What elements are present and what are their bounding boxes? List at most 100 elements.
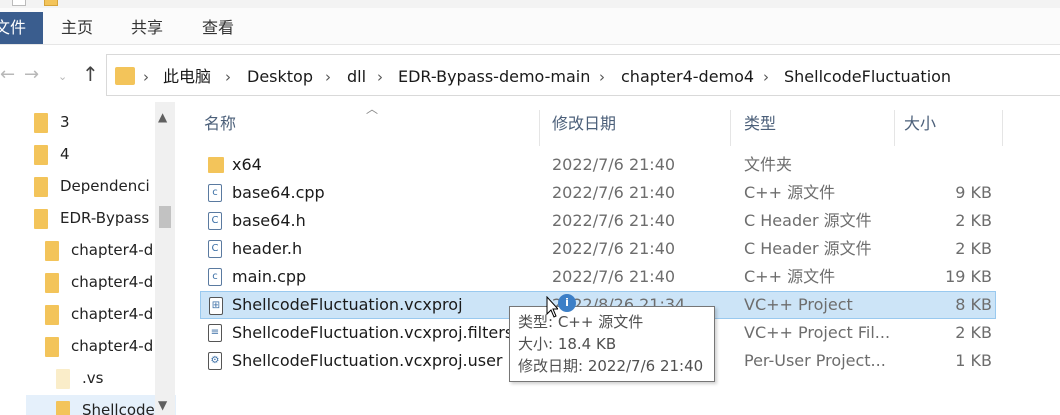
file-date: 2022/7/6 21:40 (552, 239, 676, 258)
file-date: 2022/7/6 21:40 (552, 183, 676, 202)
file-name: base64.h (232, 211, 306, 230)
file-size: 1 KB (955, 351, 992, 370)
divider (0, 44, 1060, 45)
forward-arrow-icon[interactable]: → (24, 64, 39, 86)
file-name: base64.cpp (232, 183, 325, 202)
tree-item[interactable]: chapter4-d (45, 267, 153, 297)
recent-locations-chevron-icon[interactable]: ⌄ (58, 66, 67, 88)
chevron-right-icon[interactable]: › (763, 67, 769, 87)
navigation-pane: 3 4 Dependenci EDR-Bypass chapter4-d cha… (0, 102, 180, 415)
column-header-name[interactable]: 名称 (204, 102, 236, 146)
folder-icon (208, 157, 224, 173)
cpp-file-icon: c (208, 268, 222, 286)
folder-icon (34, 112, 48, 133)
tree-item[interactable]: 4 (34, 139, 70, 169)
scrollbar-thumb[interactable] (159, 206, 171, 228)
mouse-cursor-icon (546, 296, 558, 318)
column-header-date[interactable]: 修改日期 (552, 102, 616, 146)
tab-file[interactable]: 文件 (0, 12, 43, 44)
file-name: ShellcodeFluctuation.vcxproj.user (232, 351, 503, 370)
folder-icon (45, 272, 59, 293)
chevron-right-icon[interactable]: › (143, 67, 149, 87)
tree-item[interactable]: .vs (56, 363, 103, 393)
folder-icon (45, 336, 59, 357)
file-name: x64 (232, 155, 262, 174)
column-divider[interactable] (1002, 110, 1003, 146)
scroll-up-arrow-icon[interactable]: ▲ (158, 110, 167, 124)
tab-home[interactable]: 主页 (61, 12, 93, 44)
chevron-right-icon[interactable]: › (225, 67, 231, 87)
checkbox-icon[interactable] (12, 0, 26, 6)
tree-item-selected[interactable]: Shellcode (26, 395, 176, 415)
back-arrow-icon[interactable]: ← (0, 64, 15, 86)
folder-icon[interactable] (44, 0, 58, 6)
column-header-type[interactable]: 类型 (744, 102, 776, 146)
folder-icon (34, 208, 48, 229)
column-divider[interactable] (539, 110, 540, 146)
ribbon: 文件 主页 共享 查看 (0, 0, 1060, 44)
folder-icon (45, 240, 59, 261)
chevron-right-icon[interactable]: › (325, 67, 331, 87)
breadcrumb-dll[interactable]: dll (347, 67, 366, 87)
navigation-scrollbar[interactable]: ▲ ▼ (155, 102, 175, 415)
tree-item[interactable]: EDR-Bypass (34, 203, 149, 233)
chevron-right-icon[interactable]: › (377, 67, 383, 87)
header-file-icon: C (208, 240, 222, 258)
folder-icon (45, 304, 59, 325)
tree-item[interactable]: chapter4-d (45, 299, 153, 329)
file-date: 2022/7/6 21:40 (552, 211, 676, 230)
address-bar[interactable]: › 此电脑 › Desktop › dll › EDR-Bypass-demo-… (106, 54, 1060, 96)
file-size: 9 KB (955, 183, 992, 202)
file-date: 2022/7/6 21:40 (552, 155, 676, 174)
cpp-file-icon: c (208, 184, 222, 202)
tree-item[interactable]: 3 (34, 107, 70, 137)
tree-item[interactable]: Dependenci (34, 171, 150, 201)
filters-file-icon: ≡ (208, 324, 222, 342)
file-row[interactable]: C header.h 2022/7/6 21:40 C Header 源文件 2… (200, 235, 996, 263)
file-name: main.cpp (232, 267, 307, 286)
user-file-icon: ⚙ (208, 352, 222, 370)
file-row[interactable]: x64 2022/7/6 21:40 文件夹 (200, 151, 996, 179)
column-divider[interactable] (894, 110, 895, 146)
column-header-size[interactable]: 大小 (904, 102, 936, 146)
file-row[interactable]: c main.cpp 2022/7/6 21:40 C++ 源文件 19 KB (200, 263, 996, 291)
file-row[interactable]: c base64.cpp 2022/7/6 21:40 C++ 源文件 9 KB (200, 179, 996, 207)
folder-icon (34, 176, 48, 197)
breadcrumb-chapter4-demo4[interactable]: chapter4-demo4 (621, 67, 754, 87)
file-type: 文件夹 (744, 155, 793, 174)
tree-item[interactable]: chapter4-d (45, 235, 153, 265)
folder-icon (56, 368, 70, 389)
file-size: 2 KB (955, 323, 992, 342)
folder-icon (115, 67, 135, 85)
file-type: VC++ Project (744, 295, 853, 314)
folder-icon (56, 400, 70, 415)
tab-share[interactable]: 共享 (131, 12, 163, 44)
breadcrumb-shellcode-fluctuation[interactable]: ShellcodeFluctuation (784, 67, 951, 87)
up-arrow-icon[interactable]: ↑ (82, 63, 99, 85)
file-type: C++ 源文件 (744, 183, 836, 202)
chevron-right-icon[interactable]: › (599, 67, 605, 87)
tooltip-date: 修改日期: 2022/7/6 21:40 (518, 357, 704, 375)
file-size: 2 KB (955, 211, 992, 230)
file-info-tooltip: 类型: C++ 源文件 大小: 18.4 KB 修改日期: 2022/7/6 2… (509, 306, 715, 382)
file-name: ShellcodeFluctuation.vcxproj (232, 295, 463, 314)
breadcrumb-desktop[interactable]: Desktop (247, 67, 313, 87)
file-type: VC++ Project Fil... (744, 323, 891, 342)
vcxproj-file-icon: ⊞ (209, 297, 223, 315)
header-file-icon: C (208, 212, 222, 230)
tree-item[interactable]: chapter4-d (45, 331, 153, 361)
file-date: 2022/7/6 21:40 (552, 267, 676, 286)
file-type: C Header 源文件 (744, 239, 872, 258)
file-row[interactable]: C base64.h 2022/7/6 21:40 C Header 源文件 2… (200, 207, 996, 235)
file-name: header.h (232, 239, 303, 258)
navigation-bar: ← → ⌄ ↑ › 此电脑 › Desktop › dll › EDR-Bypa… (0, 52, 1060, 98)
tooltip-size: 大小: 18.4 KB (518, 335, 617, 353)
breadcrumb-edr-bypass[interactable]: EDR-Bypass-demo-main (398, 67, 590, 87)
tab-view[interactable]: 查看 (202, 12, 234, 44)
file-size: 19 KB (945, 267, 992, 286)
column-divider[interactable] (730, 110, 731, 146)
scroll-down-arrow-icon[interactable]: ▼ (158, 398, 167, 412)
info-icon: i (558, 294, 576, 312)
breadcrumb-this-pc[interactable]: 此电脑 (163, 67, 211, 87)
file-name: ShellcodeFluctuation.vcxproj.filters (232, 323, 514, 342)
